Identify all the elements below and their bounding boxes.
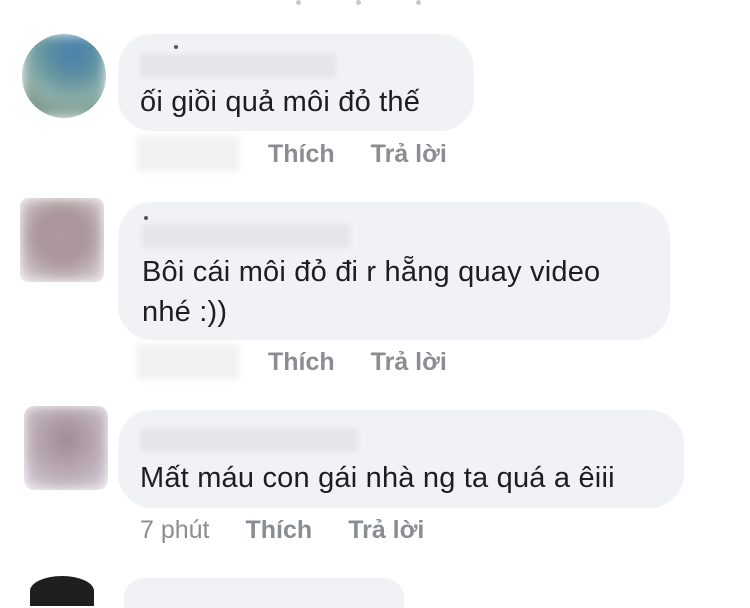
like-button[interactable]: Thích — [268, 348, 335, 377]
comment-time — [136, 344, 240, 380]
comment-bubble: Mất máu con gái nhà ng ta quá a êiii — [118, 410, 684, 508]
comment-text: ối giồi quả môi đỏ thế — [140, 86, 421, 118]
comment-bubble: ối giồi quả môi đỏ thế — [118, 34, 474, 131]
avatar[interactable] — [22, 34, 106, 118]
reply-button[interactable]: Trả lời — [371, 348, 447, 377]
comment-text-line-1: Bôi cái môi đỏ đi r hẵng quay video — [142, 256, 601, 288]
reply-button[interactable]: Trả lời — [371, 140, 447, 169]
comment-actions: Thích Trả lời — [136, 134, 483, 174]
commenter-name[interactable] — [140, 428, 358, 452]
comment-actions: 7 phút Thích Trả lời — [140, 510, 460, 550]
avatar[interactable] — [30, 576, 94, 606]
previous-comment-remnant — [296, 0, 426, 6]
comment-actions: Thích Trả lời — [136, 342, 483, 382]
reply-button[interactable]: Trả lời — [348, 516, 424, 545]
comment-bubble: Bôi cái môi đỏ đi r hẵng quay video nhé … — [118, 202, 670, 340]
avatar[interactable] — [24, 406, 108, 490]
commenter-name[interactable] — [142, 224, 350, 248]
comment-text-line-2: nhé :)) — [142, 296, 228, 328]
comment-bubble — [124, 578, 404, 608]
like-button[interactable]: Thích — [268, 140, 335, 169]
like-button[interactable]: Thích — [246, 516, 313, 545]
comment-time — [136, 136, 240, 172]
comment-time: 7 phút — [140, 515, 210, 544]
commenter-name[interactable] — [140, 54, 336, 78]
avatar[interactable] — [20, 198, 104, 282]
comment-text: Mất máu con gái nhà ng ta quá a êiii — [140, 462, 615, 494]
